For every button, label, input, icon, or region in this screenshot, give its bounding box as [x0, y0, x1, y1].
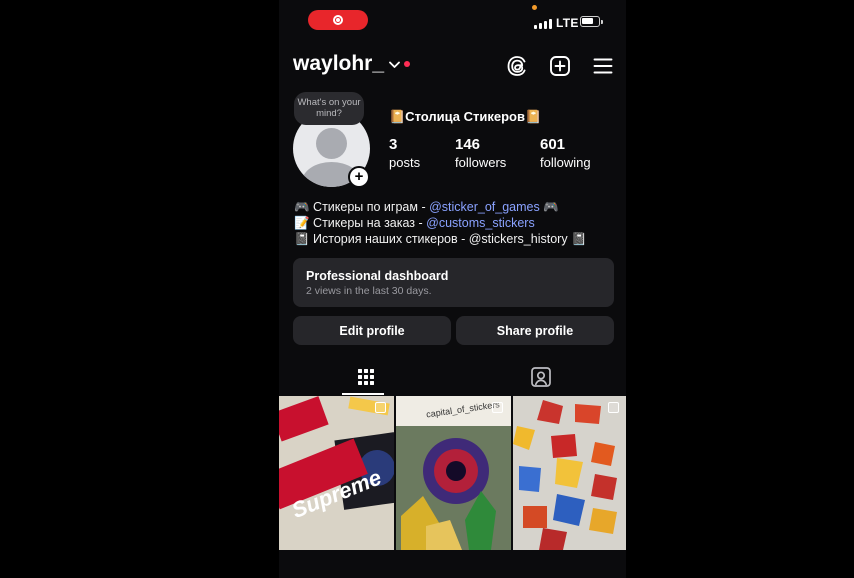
tab-tagged[interactable]	[517, 360, 565, 394]
menu-icon[interactable]	[591, 54, 615, 78]
bio-line: 📝 Стикеры на заказ - @customs_stickers	[294, 215, 587, 231]
profile-header: waylohr_	[279, 48, 626, 84]
post-image: Supreme	[279, 396, 394, 550]
professional-dashboard[interactable]: Professional dashboard 2 views in the la…	[293, 258, 614, 307]
stat-followers[interactable]: 146 followers	[455, 136, 506, 171]
chevron-down-icon[interactable]	[389, 61, 400, 69]
display-name: 📔Столица Стикеров📔	[389, 109, 542, 124]
stat-label: following	[540, 155, 591, 170]
bio: 🎮 Стикеры по играм - @sticker_of_games 🎮…	[294, 199, 587, 247]
bio-text: 🎮	[539, 200, 559, 214]
threads-icon[interactable]	[505, 54, 529, 78]
bio-text: 📝 Стикеры на заказ -	[294, 216, 427, 230]
select-checkbox[interactable]	[375, 402, 386, 413]
stat-value: 146	[455, 136, 481, 153]
stat-posts[interactable]: 3 posts	[389, 136, 420, 171]
add-story-button[interactable]: +	[348, 166, 370, 188]
selected-tab-indicator	[342, 393, 384, 395]
bio-line: 📓 История наших стикеров - @stickers_his…	[294, 231, 587, 247]
post-thumbnail[interactable]	[513, 396, 626, 550]
tab-posts-grid[interactable]	[342, 360, 390, 394]
dashboard-title: Professional dashboard	[306, 269, 449, 283]
bio-text: 🎮 Стикеры по играм -	[294, 200, 430, 214]
bio-text: 📓 История наших стикеров - @stickers_his…	[294, 232, 587, 246]
username[interactable]: waylohr_	[293, 52, 384, 76]
stat-value: 3	[389, 136, 398, 153]
battery-icon	[580, 16, 603, 27]
note-bubble[interactable]: What's on your mind?	[294, 92, 364, 125]
notification-dot	[404, 61, 410, 67]
post-image: capital_of_stickers	[396, 396, 511, 550]
bio-line: 🎮 Стикеры по играм - @sticker_of_games 🎮	[294, 199, 587, 215]
dashboard-subtitle: 2 views in the last 30 days.	[306, 285, 432, 297]
create-plus-icon[interactable]	[548, 54, 572, 78]
screen-record-icon	[333, 15, 343, 25]
privacy-indicator	[532, 5, 537, 10]
bio-mention-link[interactable]: @customs_stickers	[426, 216, 535, 230]
network-type: LTE	[556, 16, 579, 30]
stat-label: followers	[455, 155, 507, 170]
stat-following[interactable]: 601 following	[540, 136, 591, 171]
post-thumbnail[interactable]: capital_of_stickers	[396, 396, 511, 550]
screen-record-indicator[interactable]	[308, 10, 368, 30]
share-profile-button[interactable]: Share profile	[456, 316, 614, 345]
plus-icon: +	[350, 168, 368, 186]
grid-icon	[358, 369, 374, 385]
posts-grid: Supreme capital_of_stickers	[279, 396, 626, 550]
select-checkbox[interactable]	[492, 402, 503, 413]
stat-value: 601	[540, 136, 566, 153]
bio-mention-link[interactable]: @sticker_of_games	[429, 200, 540, 214]
stat-label: posts	[389, 155, 421, 170]
status-bar: LTE	[279, 0, 626, 44]
select-checkbox[interactable]	[608, 402, 619, 413]
post-image	[513, 396, 626, 550]
edit-profile-button[interactable]: Edit profile	[293, 316, 451, 345]
avatar-head-silhouette	[316, 128, 347, 159]
tagged-person-icon	[531, 367, 551, 387]
signal-icon	[534, 17, 552, 29]
phone-screen: LTE waylohr_ What's on your mind? + 📔Сто…	[279, 0, 626, 578]
post-thumbnail[interactable]: Supreme	[279, 396, 394, 550]
